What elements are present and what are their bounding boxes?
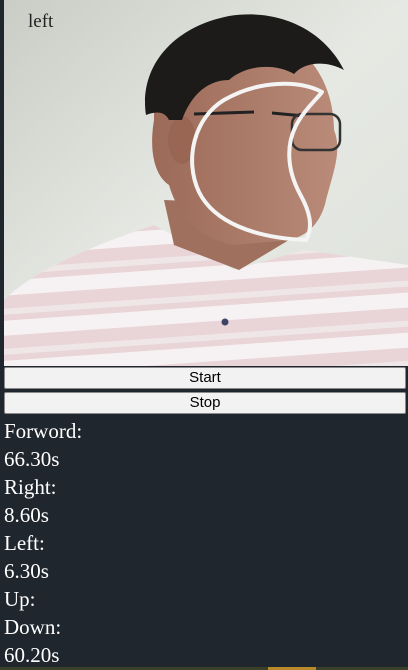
stat-down-value: 60.20s bbox=[4, 643, 60, 667]
stat-up-label: Up: bbox=[4, 587, 36, 611]
stat-forward-value: 66.30s bbox=[4, 447, 60, 471]
stat-forward-label: Forword: bbox=[4, 419, 83, 443]
stat-left-label: Left: bbox=[4, 531, 45, 555]
stat-right-value: 8.60s bbox=[4, 503, 49, 527]
stat-down-label: Down: bbox=[4, 615, 62, 639]
stop-button[interactable]: Stop bbox=[4, 392, 406, 414]
webcam-feed: left bbox=[4, 0, 408, 366]
stat-left-value: 6.30s bbox=[4, 559, 49, 583]
stat-right-label: Right: bbox=[4, 475, 57, 499]
timing-stats: Forword: 66.30s Right: 8.60s Left: 6.30s… bbox=[4, 417, 82, 669]
direction-label: left bbox=[28, 11, 54, 32]
webcam-image bbox=[4, 0, 408, 366]
start-button[interactable]: Start bbox=[4, 367, 406, 389]
